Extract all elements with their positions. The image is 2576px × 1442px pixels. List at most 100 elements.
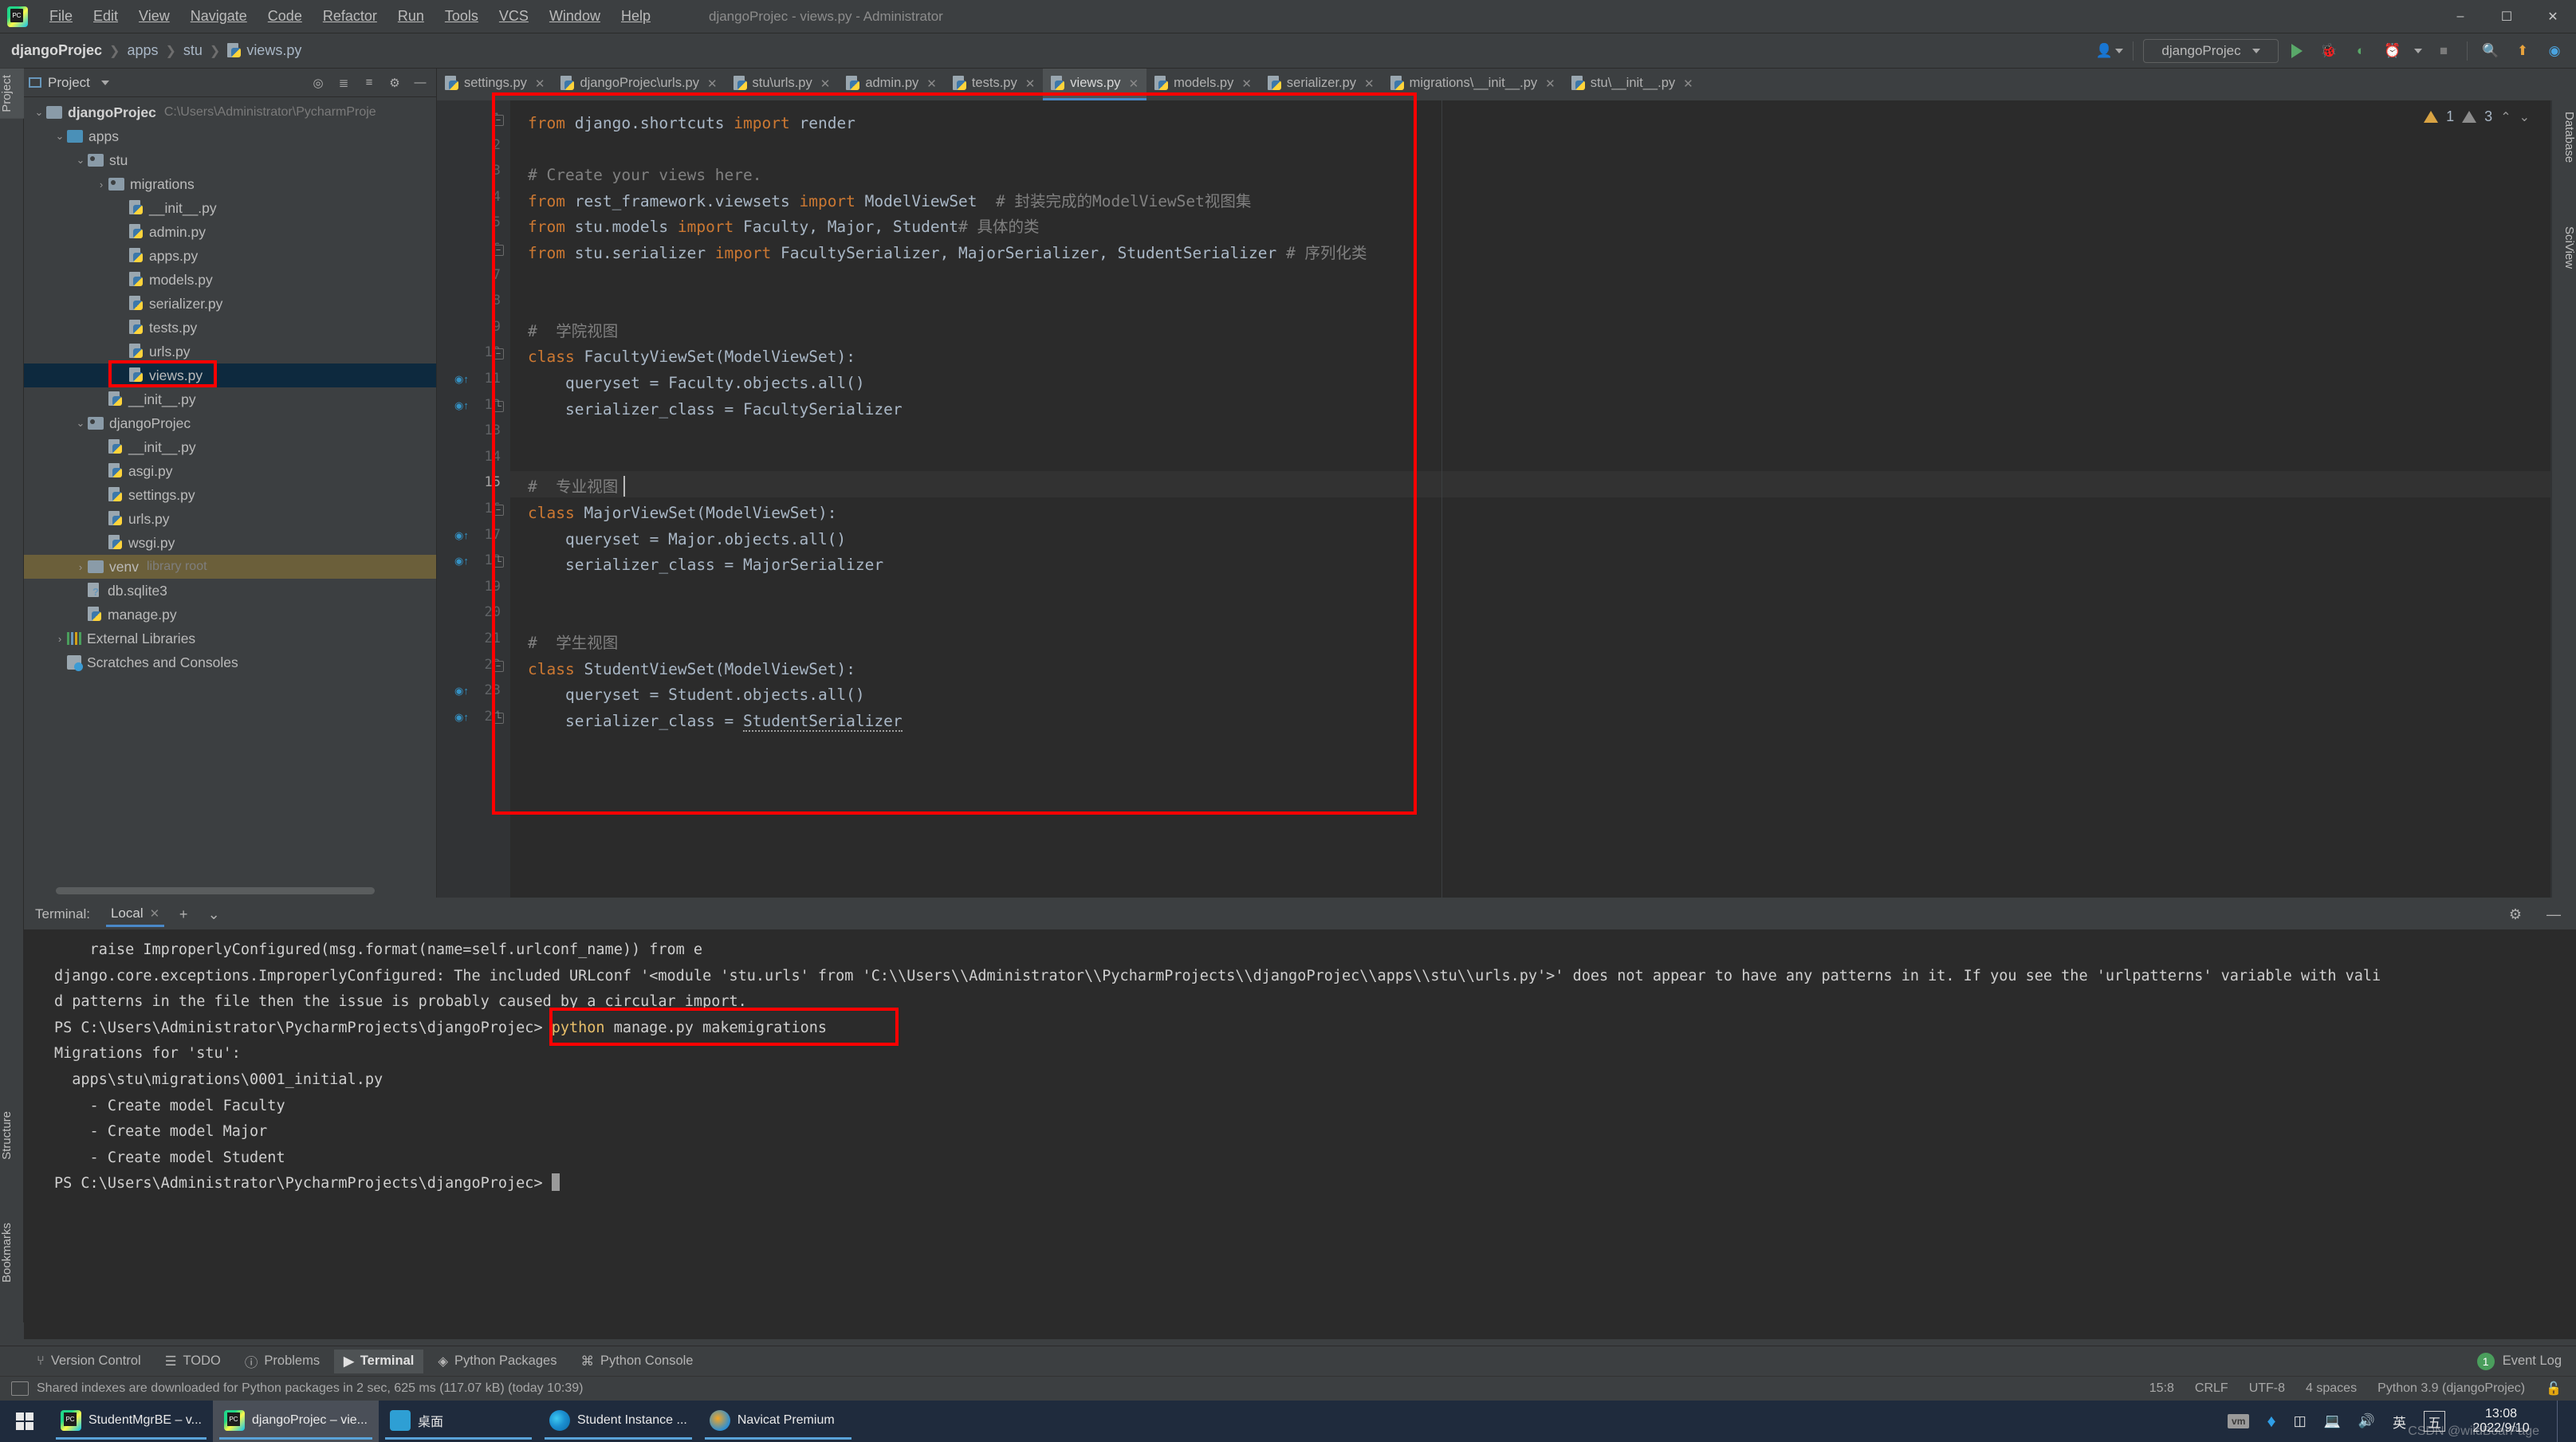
taskbar-apps[interactable]: StudentMgrBE – v... djangoProjec – vie...…: [49, 1401, 858, 1442]
bottom-tool-bar[interactable]: ⑂ Version Control ☰ TODO ⓘ Problems ▶ Terminal ◈…: [0, 1346, 2576, 1376]
user-account-icon[interactable]: 👤: [2096, 38, 2124, 64]
taskbar-app-edge[interactable]: Student Instance ...: [538, 1401, 698, 1442]
gutter-override-icon[interactable]: ◉↑: [454, 529, 469, 541]
chevron-right-icon[interactable]: ›: [94, 179, 108, 191]
search-everywhere-icon[interactable]: 🔍: [2477, 38, 2504, 64]
hide-panel-icon[interactable]: —: [409, 73, 431, 93]
chevron-down-icon[interactable]: ⌄: [53, 130, 67, 143]
project-panel-hscrollbar[interactable]: [56, 887, 375, 894]
code-line[interactable]: # Create your views here.: [528, 163, 762, 189]
tree-item-venv[interactable]: › venv library root: [24, 555, 436, 579]
editor-tab-models-py[interactable]: models.py ✕: [1146, 69, 1260, 100]
code-line[interactable]: from rest_framework.viewsets import Mode…: [528, 189, 1251, 215]
chevron-down-icon[interactable]: ⌄: [73, 417, 88, 430]
code-line[interactable]: # 学院视图: [528, 319, 618, 345]
notification-icon[interactable]: [11, 1381, 29, 1396]
editor-tab-views-py[interactable]: views.py ✕: [1043, 69, 1147, 100]
expand-all-icon[interactable]: ≣: [332, 73, 355, 93]
breadcrumb-item-stu[interactable]: stu: [183, 42, 203, 59]
volume-icon[interactable]: 🔊: [2358, 1401, 2375, 1442]
vm-icon[interactable]: vm: [2228, 1401, 2250, 1442]
project-tree[interactable]: ⌄ djangoProjec C:\Users\Administrator\Pych…: [24, 97, 436, 674]
close-icon[interactable]: ✕: [1364, 77, 1375, 91]
tree-item-apps[interactable]: ⌄ apps: [24, 124, 436, 148]
tree-item-scratches-and-consoles[interactable]: Scratches and Consoles: [24, 650, 436, 674]
editor-tab-bar[interactable]: settings.py ✕ djangoProjec\urls.py ✕ stu\url…: [437, 69, 2576, 100]
code-line[interactable]: # 专业视图: [528, 474, 618, 501]
chevron-down-icon[interactable]: ⌄: [203, 904, 225, 925]
run-icon[interactable]: [2283, 38, 2311, 64]
chevron-right-icon[interactable]: ›: [53, 633, 67, 645]
bottom-tab-todo[interactable]: ☰ TODO: [155, 1350, 230, 1373]
code-line[interactable]: serializer_class = StudentSerializer: [528, 709, 903, 735]
bottom-tab-python-packages[interactable]: ◈ Python Packages: [428, 1350, 566, 1373]
menu-view[interactable]: View: [128, 5, 180, 28]
close-icon[interactable]: ✕: [1025, 77, 1036, 91]
tree-item-views-py[interactable]: views.py: [24, 363, 436, 387]
network-icon[interactable]: 💻: [2324, 1401, 2341, 1442]
bottom-tab-python-console[interactable]: ⌘ Python Console: [571, 1350, 702, 1373]
tree-item-djangoprojec[interactable]: ⌄ djangoProjec: [24, 411, 436, 435]
file-encoding[interactable]: UTF-8: [2249, 1381, 2285, 1396]
close-icon[interactable]: ✕: [707, 77, 718, 91]
code-line[interactable]: queryset = Major.objects.all(): [528, 527, 846, 553]
breadcrumb-item-file[interactable]: views.py: [246, 42, 301, 59]
fold-collapse-icon[interactable]: −: [493, 245, 504, 256]
tree-item-urls-py[interactable]: urls.py: [24, 507, 436, 531]
tree-item-migrations[interactable]: › migrations: [24, 172, 436, 196]
lock-icon[interactable]: 🔓: [2546, 1381, 2562, 1397]
breadcrumb-item-apps[interactable]: apps: [127, 42, 158, 59]
fold-end-icon[interactable]: └: [493, 400, 504, 412]
code-line[interactable]: queryset = Faculty.objects.all(): [528, 371, 865, 397]
code-line[interactable]: class FacultyViewSet(ModelViewSet):: [528, 344, 855, 371]
editor-tab-settings-py[interactable]: settings.py ✕: [437, 69, 553, 100]
code-line[interactable]: queryset = Student.objects.all(): [528, 682, 865, 709]
run-with-coverage-icon[interactable]: ◐: [2347, 38, 2374, 64]
bottom-tab-problems[interactable]: ⓘ Problems: [235, 1348, 329, 1375]
event-log-area[interactable]: 1 Event Log: [2476, 1352, 2576, 1370]
gutter-override-icon[interactable]: ◉↑: [454, 555, 469, 567]
fold-collapse-icon[interactable]: −: [493, 505, 504, 516]
close-icon[interactable]: ✕: [1683, 77, 1693, 91]
chevron-down-icon[interactable]: [100, 80, 109, 85]
ime-language-icon[interactable]: 英: [2393, 1401, 2406, 1442]
tree-item-apps-py[interactable]: apps.py: [24, 244, 436, 268]
breadcrumb-item-project[interactable]: djangoProjec: [11, 42, 102, 59]
collapse-all-icon[interactable]: ≡: [358, 73, 380, 93]
fold-collapse-icon[interactable]: −: [493, 348, 504, 360]
tree-item-admin-py[interactable]: admin.py: [24, 220, 436, 244]
tree-item-db-sqlite3[interactable]: db.sqlite3: [24, 579, 436, 603]
tree-item-serializer-py[interactable]: serializer.py: [24, 292, 436, 316]
menu-window[interactable]: Window: [539, 5, 611, 28]
bluetooth-icon[interactable]: ♦: [2267, 1401, 2275, 1442]
menu-help[interactable]: Help: [611, 5, 661, 28]
editor-tab-stu-urls-py[interactable]: stu\urls.py ✕: [726, 69, 839, 100]
code-line[interactable]: # 学生视图: [528, 631, 618, 657]
menu-vcs[interactable]: VCS: [489, 5, 539, 28]
debug-bug-icon[interactable]: 🐞: [2315, 38, 2342, 64]
profiler-icon[interactable]: ⏰: [2379, 38, 2406, 64]
terminal-tab-local[interactable]: Local ✕: [105, 902, 165, 927]
ide-features-icon[interactable]: ◉: [2541, 38, 2568, 64]
taskbar-app-pycharm[interactable]: StudentMgrBE – v...: [49, 1401, 213, 1442]
maximize-button[interactable]: ☐: [2484, 0, 2530, 33]
editor-tab-tests-py[interactable]: tests.py ✕: [945, 69, 1043, 100]
taskbar-app-desktop[interactable]: 桌面: [379, 1401, 538, 1442]
python-interpreter[interactable]: Python 3.9 (djangoProjec): [2377, 1381, 2525, 1396]
editor-tab-migrations---init---py[interactable]: migrations\__init__.py ✕: [1382, 69, 1563, 100]
fold-end-icon[interactable]: └: [493, 712, 504, 724]
editor-tab-admin-py[interactable]: admin.py ✕: [838, 69, 945, 100]
tree-item-manage-py[interactable]: manage.py: [24, 603, 436, 627]
gutter-override-icon[interactable]: ◉↑: [454, 399, 469, 411]
gutter-override-icon[interactable]: ◉↑: [454, 373, 469, 385]
menu-code[interactable]: Code: [258, 5, 313, 28]
code-line[interactable]: from stu.models import Faculty, Major, S…: [528, 214, 1040, 241]
menu-edit[interactable]: Edit: [83, 5, 128, 28]
fold-end-icon[interactable]: └: [493, 556, 504, 568]
tool-window-structure[interactable]: Structure: [0, 1105, 24, 1166]
menu-refactor[interactable]: Refactor: [313, 5, 387, 28]
close-icon[interactable]: ✕: [926, 77, 937, 91]
menu-tools[interactable]: Tools: [435, 5, 489, 28]
tree-item---init---py[interactable]: __init__.py: [24, 387, 436, 411]
code-editor[interactable]: 1−23456−78910−11◉↑12◉↑└13141516−17◉↑18◉↑…: [437, 100, 2576, 898]
